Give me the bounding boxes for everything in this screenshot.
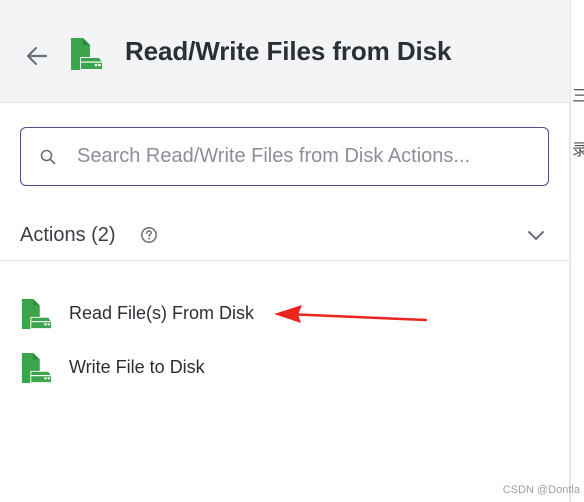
background-glyph: 三 bbox=[572, 86, 584, 105]
watermark: CSDN @Dontla bbox=[502, 484, 580, 496]
action-item-read-files[interactable]: Read File(s) From Disk bbox=[0, 292, 570, 336]
search-field[interactable] bbox=[20, 127, 549, 186]
arrow-left-icon bbox=[26, 46, 48, 66]
background-window-strip: 三 录 bbox=[570, 0, 584, 502]
question-circle-icon[interactable] bbox=[140, 226, 158, 244]
search-input[interactable] bbox=[77, 138, 537, 174]
page-title: Read/Write Files from Disk bbox=[125, 36, 452, 66]
panel-header: Read/Write Files from Disk bbox=[0, 0, 570, 103]
integration-panel: Read/Write Files from Disk Actions (2) R… bbox=[0, 0, 570, 502]
back-button[interactable] bbox=[22, 41, 52, 71]
background-glyph: 录 bbox=[572, 140, 584, 159]
search-icon bbox=[40, 149, 56, 165]
action-item-label: Write File to Disk bbox=[69, 357, 205, 377]
file-disk-icon bbox=[71, 38, 102, 70]
action-item-write-file[interactable]: Write File to Disk bbox=[0, 346, 570, 390]
actions-section-title: Actions (2) bbox=[20, 224, 116, 246]
chevron-down-icon[interactable] bbox=[527, 228, 545, 242]
actions-section-header[interactable]: Actions (2) bbox=[0, 213, 570, 261]
action-item-label: Read File(s) From Disk bbox=[69, 303, 255, 323]
file-disk-icon bbox=[21, 298, 52, 330]
file-disk-icon bbox=[21, 352, 52, 384]
